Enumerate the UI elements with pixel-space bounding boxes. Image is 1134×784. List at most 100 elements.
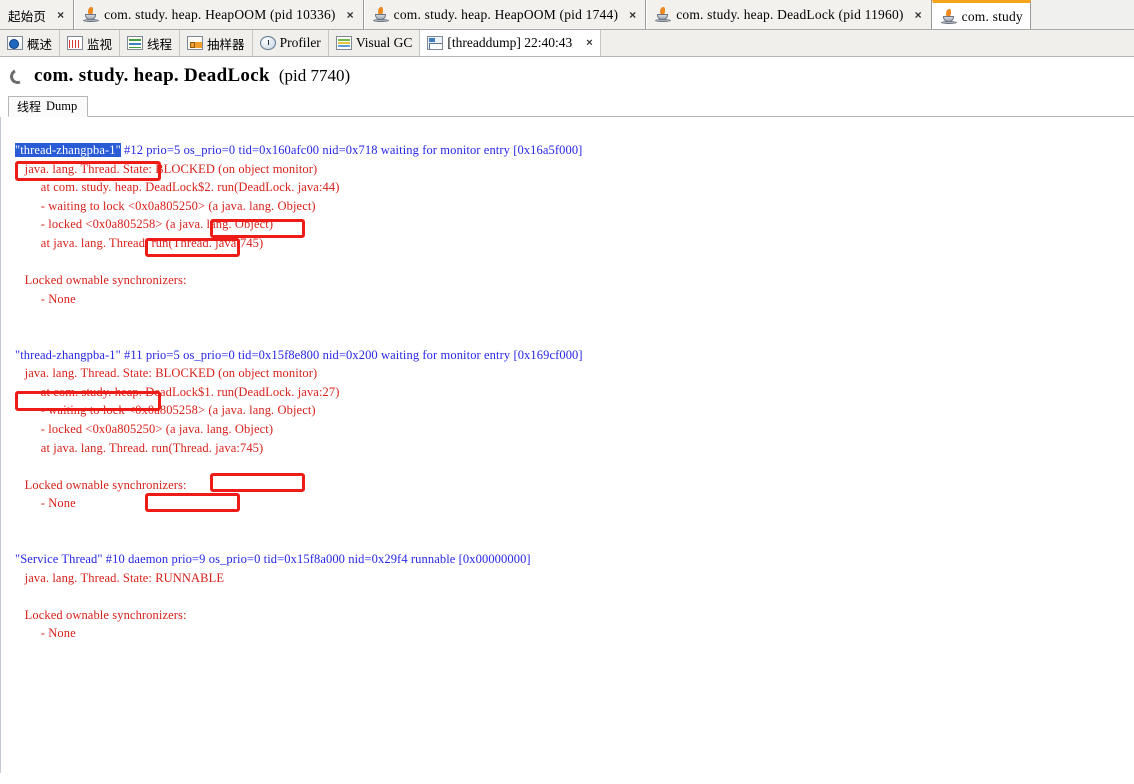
dump-text-segment: Locked ownable synchronizers: [15, 607, 187, 622]
dump-text-segment [15, 589, 18, 603]
editor-tab-close-icon[interactable]: × [51, 8, 66, 22]
java-cup-icon [372, 7, 389, 23]
dump-text-segment: Locked ownable synchronizers: [15, 477, 187, 492]
editor-tab-label: com. study [961, 8, 1023, 24]
view-toolbar: 概述 监视 线程 抽样器 Profiler Visual GC [threaddump] 2… [0, 30, 1134, 57]
editor-tab-2[interactable]: com. study. heap. HeapOOM (pid 1744) × [363, 0, 647, 29]
dump-line [15, 327, 583, 346]
dump-text-segment [15, 533, 18, 547]
toolbar-button-1[interactable]: 监视 [60, 30, 121, 56]
editor-tab-0[interactable]: 起始页 × [0, 0, 75, 29]
dump-line [15, 513, 583, 532]
page-title-pid: (pid 7740) [278, 66, 351, 85]
editor-tab-close-icon[interactable]: × [341, 8, 356, 22]
editor-tab-close-icon[interactable]: × [909, 8, 924, 22]
dump-line: - locked <0x0a805258> (a java. lang. Obj… [15, 215, 583, 234]
subtab-filler [88, 95, 1134, 116]
toolbar-button-4[interactable]: Profiler [253, 30, 329, 56]
thread-dump-text[interactable]: "thread-zhangpba-1" #12 prio=5 os_prio=0… [15, 141, 583, 643]
dump-line: - waiting to lock <0x0a805258> (a java. … [15, 401, 583, 420]
editor-tab-bar: 起始页 × com. study. heap. HeapOOM (pid 10336… [0, 0, 1134, 30]
dump-line: - None [15, 290, 583, 309]
toolbar-button-label: Visual GC [355, 35, 413, 50]
dump-line: "Service Thread" #10 daemon prio=9 os_pr… [15, 550, 583, 569]
dump-text-segment: "thread-zhangpba-1" #11 prio=5 os_prio=0… [15, 347, 583, 362]
dump-text-segment: java. lang. Thread. State: RUNNABLE [15, 570, 225, 585]
toolbar-button-label: 抽样器 [207, 36, 245, 52]
toolbar-button-label: [threaddump] 22:40:43 [447, 35, 573, 50]
toolbar-button-2[interactable]: 线程 [120, 30, 181, 56]
editor-tab-1[interactable]: com. study. heap. HeapOOM (pid 10336) × [74, 0, 364, 29]
dump-text-segment: - waiting to lock <0x0a805250> (a java. … [15, 198, 316, 213]
dump-line: at java. lang. Thread. run(Thread. java:… [15, 439, 583, 458]
dump-line: java. lang. Thread. State: BLOCKED (on o… [15, 160, 583, 179]
dump-line: java. lang. Thread. State: RUNNABLE [15, 569, 583, 588]
dump-selected-text: thread-zhangpba-1 [20, 143, 116, 157]
java-cup-icon [940, 8, 957, 25]
dump-text-segment: at com. study. heap. DeadLock$1. run(Dea… [15, 384, 340, 399]
subtab-label-cjk: 线程 [17, 100, 42, 114]
dump-line: - locked <0x0a805250> (a java. lang. Obj… [15, 420, 583, 439]
dump-line: at com. study. heap. DeadLock$1. run(Dea… [15, 383, 583, 402]
dump-line [15, 587, 583, 606]
sampler-icon [187, 36, 204, 50]
threaddump-icon [427, 36, 444, 50]
dump-text-segment: java. lang. Thread. State: BLOCKED (on o… [15, 161, 318, 176]
dump-text-segment: at java. lang. Thread. run(Thread. java:… [15, 235, 264, 250]
editor-tab-label: com. study. heap. HeapOOM (pid 1744) [393, 7, 619, 22]
java-cup-icon [83, 7, 100, 23]
dump-line: at com. study. heap. DeadLock$2. run(Dea… [15, 178, 583, 197]
editor-tab-close-icon[interactable]: × [623, 8, 638, 22]
dump-line [15, 308, 583, 327]
dump-text-segment: - waiting to lock <0x0a805258> (a java. … [15, 403, 316, 418]
toolbar-button-label: 概述 [27, 36, 53, 52]
dump-text-segment [15, 459, 18, 473]
dump-line: "thread-zhangpba-1" #12 prio=5 os_prio=0… [15, 141, 583, 160]
editor-tab-label: com. study. heap. DeadLock (pid 11960) [676, 7, 904, 22]
dump-text-segment [15, 329, 18, 343]
editor-tab-3[interactable]: com. study. heap. DeadLock (pid 11960) × [646, 0, 932, 29]
dump-subtab-bar: 线程 Dump [8, 95, 1134, 117]
dump-text-segment: #12 prio=5 os_prio=0 tid=0x160afc00 nid=… [120, 143, 583, 157]
dump-line: - None [15, 624, 583, 643]
toolbar-button-label: 线程 [147, 36, 173, 52]
profiler-icon [259, 36, 276, 50]
monitor-icon [67, 36, 84, 50]
loading-spinner-icon [7, 66, 28, 86]
dump-line: java. lang. Thread. State: BLOCKED (on o… [15, 364, 583, 383]
toolbar-button-6[interactable]: [threaddump] 22:40:43 × [420, 30, 601, 56]
dump-text-segment: java. lang. Thread. State: BLOCKED (on o… [15, 366, 318, 381]
dump-line [15, 531, 583, 550]
dump-text-segment: Locked ownable synchronizers: [15, 273, 187, 288]
toolbar-button-close-icon[interactable]: × [576, 37, 592, 49]
visualgc-icon [335, 36, 352, 50]
editor-tab-label: com. study. heap. HeapOOM (pid 10336) [104, 7, 336, 22]
page-title-text: com. study. heap. DeadLock [34, 65, 270, 86]
dump-line [15, 253, 583, 272]
toolbar-button-5[interactable]: Visual GC [329, 30, 421, 56]
dump-text-segment: - None [15, 626, 76, 641]
dump-line: - waiting to lock <0x0a805250> (a java. … [15, 197, 583, 216]
dump-text-segment: "Service Thread" #10 daemon prio=9 os_pr… [15, 552, 531, 567]
dump-line: Locked ownable synchronizers: [15, 476, 583, 495]
dump-line: "thread-zhangpba-1" #11 prio=5 os_prio=0… [15, 346, 583, 365]
dump-text-segment [15, 310, 18, 324]
thread-dump-panel[interactable]: "thread-zhangpba-1" #12 prio=5 os_prio=0… [0, 117, 1134, 773]
dump-text-segment: - None [15, 496, 76, 511]
toolbar-button-3[interactable]: 抽样器 [180, 30, 253, 56]
dump-line: Locked ownable synchronizers: [15, 271, 583, 290]
java-cup-icon [655, 7, 672, 23]
editor-tab-4[interactable]: com. study [931, 0, 1031, 29]
thread-icon [127, 36, 144, 50]
dump-text-segment [15, 255, 18, 269]
dump-text-segment: at com. study. heap. DeadLock$2. run(Dea… [15, 180, 340, 195]
dump-text-segment: at java. lang. Thread. run(Thread. java:… [15, 440, 264, 455]
dump-text-segment [15, 515, 18, 529]
editor-tab-label: 起始页 [8, 8, 47, 24]
page-title: com. study. heap. DeadLock (pid 7740) [0, 57, 1134, 91]
dump-line: at java. lang. Thread. run(Thread. java:… [15, 234, 583, 253]
overview-icon [7, 36, 23, 50]
subtab-thread-dump[interactable]: 线程 Dump [8, 96, 89, 117]
toolbar-button-0[interactable]: 概述 [0, 30, 61, 56]
dump-line: Locked ownable synchronizers: [15, 606, 583, 625]
